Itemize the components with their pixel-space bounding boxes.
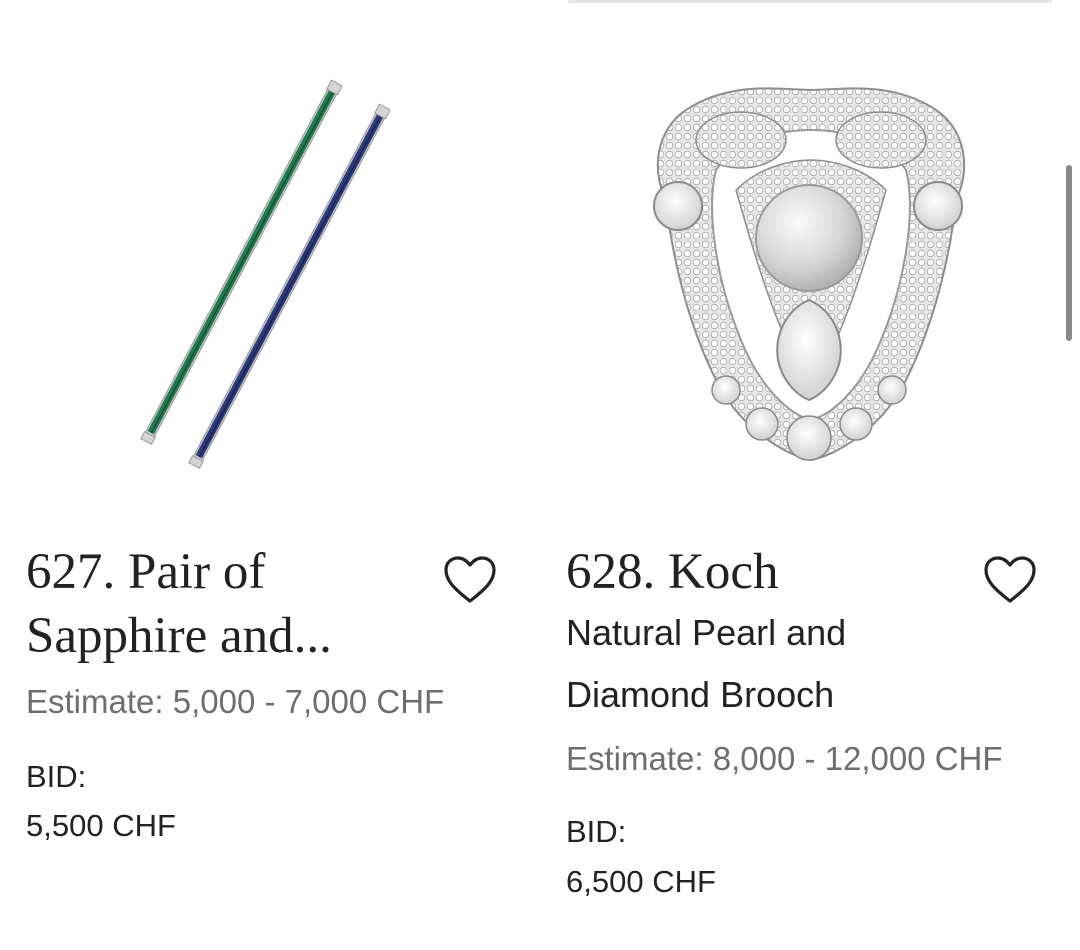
lot-card-627[interactable]: 627. Pair of Sapphire and... Estimate: 5… bbox=[26, 0, 526, 950]
pearl-brooch-image bbox=[653, 87, 966, 462]
estimate-text: Estimate: 8,000 - 12,000 CHF bbox=[566, 740, 1003, 777]
heart-outline-icon bbox=[984, 556, 1036, 603]
bid-value: 6,500 CHF bbox=[566, 864, 716, 899]
bid-value: 5,500 CHF bbox=[26, 808, 176, 843]
bar-brooches-image bbox=[140, 79, 391, 470]
lot-title[interactable]: 628. Koch bbox=[566, 540, 966, 604]
estimate-text: Estimate: 5,000 - 7,000 CHF bbox=[26, 683, 445, 720]
lot-image[interactable] bbox=[26, 60, 516, 500]
bid-label: BID: bbox=[26, 759, 87, 794]
lot-image[interactable] bbox=[566, 60, 1056, 500]
scrollbar[interactable] bbox=[1066, 165, 1072, 341]
lot-card-628[interactable]: 628. Koch Natural Pearl and Diamond Broo… bbox=[566, 0, 1066, 950]
favorite-button[interactable] bbox=[980, 552, 1040, 608]
heart-outline-icon bbox=[444, 556, 496, 603]
lot-title[interactable]: 627. Pair of Sapphire and... bbox=[26, 540, 426, 668]
lot-subtitle[interactable]: Natural Pearl and Diamond Brooch bbox=[566, 602, 986, 726]
bid-label: BID: bbox=[566, 814, 627, 849]
auction-lots-page: 627. Pair of Sapphire and... Estimate: 5… bbox=[0, 0, 1080, 950]
favorite-button[interactable] bbox=[440, 552, 500, 608]
